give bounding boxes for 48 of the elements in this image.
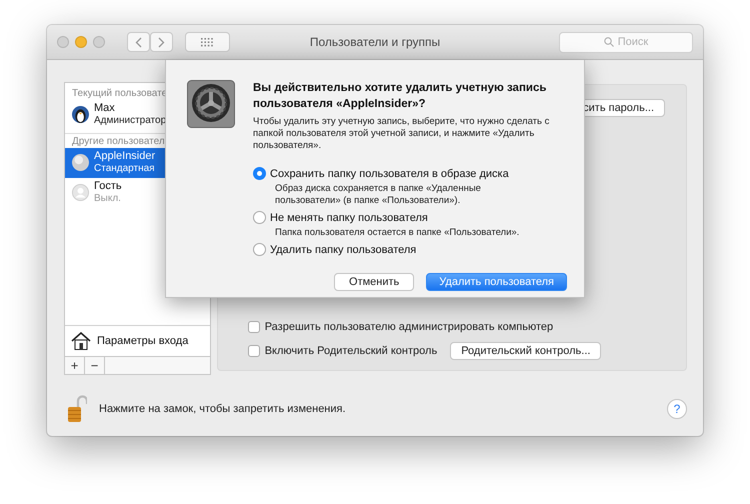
checkbox-label: Включить Родительский контроль (264, 345, 438, 357)
chevron-right-icon (158, 36, 165, 48)
dialog-message: Чтобы удалить эту учетную запись, выберите, что нужно сделать с папкой пользователя этой учетной записи, и нажмите «Удалить пользователя». (253, 116, 550, 152)
guest-avatar-icon (72, 184, 89, 201)
option-label: Не менять папку пользователя (270, 212, 428, 224)
close-button[interactable] (57, 36, 69, 48)
grid-icon (201, 38, 214, 46)
option-label: Сохранить папку пользователя в образе диска (270, 168, 509, 180)
window-title: Пользователи и группы (310, 35, 440, 49)
option-description: Образ диска сохраняется в папке «Удаленные пользователи» (в папке «Пользователи»). (275, 183, 482, 207)
chevron-left-icon (135, 36, 142, 48)
lock-hint: Нажмите на замок, чтобы запретить изменения. (99, 402, 346, 414)
parental-controls-button[interactable]: Родительский контроль... (450, 342, 602, 360)
user-list-item[interactable]: Max Администратор (65, 100, 210, 130)
show-all-button[interactable] (185, 32, 230, 52)
house-icon (71, 332, 91, 350)
user-list-item[interactable]: Гость Выкл. (65, 178, 210, 208)
zoom-button[interactable] (93, 36, 105, 48)
avatar-icon (72, 154, 89, 171)
user-name: Гость (94, 180, 122, 193)
search-icon (604, 37, 614, 47)
back-button[interactable] (127, 32, 150, 52)
user-name: AppleInsider (94, 150, 156, 163)
section-header: Другие пользовател (71, 135, 166, 148)
forward-button[interactable] (150, 32, 173, 52)
checkbox-label: Разрешить пользователю администрировать компьютер (264, 321, 554, 333)
checkbox[interactable] (248, 345, 260, 357)
radio-button[interactable] (253, 243, 266, 256)
login-options-item[interactable]: Параметры входа (65, 325, 210, 356)
user-role: Администратор (94, 115, 166, 127)
radio-button[interactable] (253, 167, 266, 180)
unlocked-padlock-icon (67, 394, 87, 422)
user-role: Выкл. (94, 193, 122, 205)
remove-user-button[interactable]: − (85, 357, 105, 374)
radio-button[interactable] (253, 211, 266, 224)
option-description: Папка пользователя остается в папке «Пользователи». (275, 227, 520, 239)
gear-icon (187, 80, 235, 128)
help-button[interactable]: ? (667, 398, 687, 418)
minimize-button[interactable] (75, 36, 87, 48)
cancel-button[interactable]: Отменить (334, 273, 414, 291)
penguin-avatar-icon (72, 106, 89, 123)
dialog-title: Вы действительно хотите удалить учетную запись пользователя «AppleInsider»? (253, 81, 548, 112)
section-header: Текущий пользовате (71, 87, 168, 100)
user-role: Стандартная (94, 163, 156, 175)
user-name: Max (94, 102, 116, 115)
checkbox[interactable] (248, 321, 260, 333)
add-user-button[interactable]: + (65, 357, 85, 374)
option-label: Удалить папку пользователя (270, 244, 416, 256)
